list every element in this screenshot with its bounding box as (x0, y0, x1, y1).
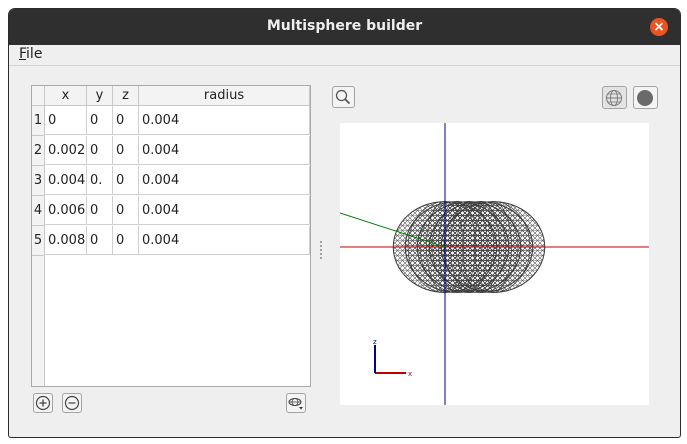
cell-radius[interactable]: 0.004 (139, 166, 310, 195)
wireframe-view-button[interactable] (602, 86, 627, 109)
window-title: Multisphere builder (266, 18, 423, 34)
cell-radius[interactable]: 0.004 (139, 226, 310, 255)
menu-bar: File (9, 45, 680, 66)
column-header-x[interactable]: x (45, 86, 87, 106)
solid-view-button[interactable] (633, 86, 658, 109)
cell-y[interactable]: 0 (87, 196, 113, 225)
table-corner[interactable] (32, 86, 45, 106)
spheres-table[interactable]: x y z radius 1 2 3 4 5 0 0 0 0.004 0.002… (31, 85, 311, 387)
row-header[interactable]: 2 (32, 136, 45, 166)
cell-radius[interactable]: 0.004 (139, 106, 310, 135)
cell-y[interactable]: 0 (87, 106, 113, 135)
import-mesh-button[interactable] (286, 393, 306, 413)
multisphere-window: Multisphere builder × File x y z radius … (8, 8, 681, 438)
cell-z[interactable]: 0 (113, 226, 139, 255)
cell-x[interactable]: 0.006 (45, 196, 87, 225)
menu-file-label: ile (26, 46, 43, 62)
cell-x[interactable]: 0.004 (45, 166, 87, 195)
orientation-triad: x z (373, 338, 412, 378)
title-bar: Multisphere builder × (9, 9, 680, 45)
close-button[interactable]: × (650, 18, 668, 36)
remove-sphere-button[interactable] (62, 393, 82, 413)
row-header[interactable]: 3 (32, 166, 45, 196)
cell-x[interactable]: 0.008 (45, 226, 87, 255)
magnifier-icon (335, 89, 351, 105)
column-header-y[interactable]: y (87, 86, 113, 106)
mesh-dropdown-icon (288, 398, 303, 410)
cell-z[interactable]: 0 (113, 196, 139, 225)
row-header-filler (32, 256, 45, 386)
cell-z[interactable]: 0 (113, 166, 139, 195)
cell-y[interactable]: 0. (87, 166, 113, 195)
viewport-canvas[interactable]: x z (339, 123, 649, 405)
cell-x[interactable]: 0.002 (45, 136, 87, 165)
row-header[interactable]: 4 (32, 196, 45, 226)
triad-x-label: x (408, 370, 412, 378)
cell-y[interactable]: 0 (87, 136, 113, 165)
cell-z[interactable]: 0 (113, 106, 139, 135)
minus-circle-icon (64, 395, 80, 411)
cell-radius[interactable]: 0.004 (139, 196, 310, 225)
cell-z[interactable]: 0 (113, 136, 139, 165)
column-header-radius[interactable]: radius (139, 86, 310, 106)
zoom-fit-button[interactable] (332, 86, 355, 108)
splitter-handle[interactable] (320, 241, 322, 261)
cell-y[interactable]: 0 (87, 226, 113, 255)
wireframe-sphere-icon (606, 90, 622, 106)
solid-sphere-icon (637, 90, 653, 106)
cell-x[interactable]: 0 (45, 106, 87, 135)
3d-viewport[interactable]: x z (339, 123, 649, 405)
menu-file-mnemonic: F (19, 46, 27, 62)
menu-file[interactable]: File (19, 46, 42, 62)
column-header-z[interactable]: z (113, 86, 139, 106)
cell-radius[interactable]: 0.004 (139, 136, 310, 165)
row-header[interactable]: 1 (32, 106, 45, 136)
add-sphere-button[interactable] (33, 393, 53, 413)
plus-circle-icon (35, 395, 51, 411)
row-header[interactable]: 5 (32, 226, 45, 256)
triad-z-label: z (373, 338, 377, 346)
